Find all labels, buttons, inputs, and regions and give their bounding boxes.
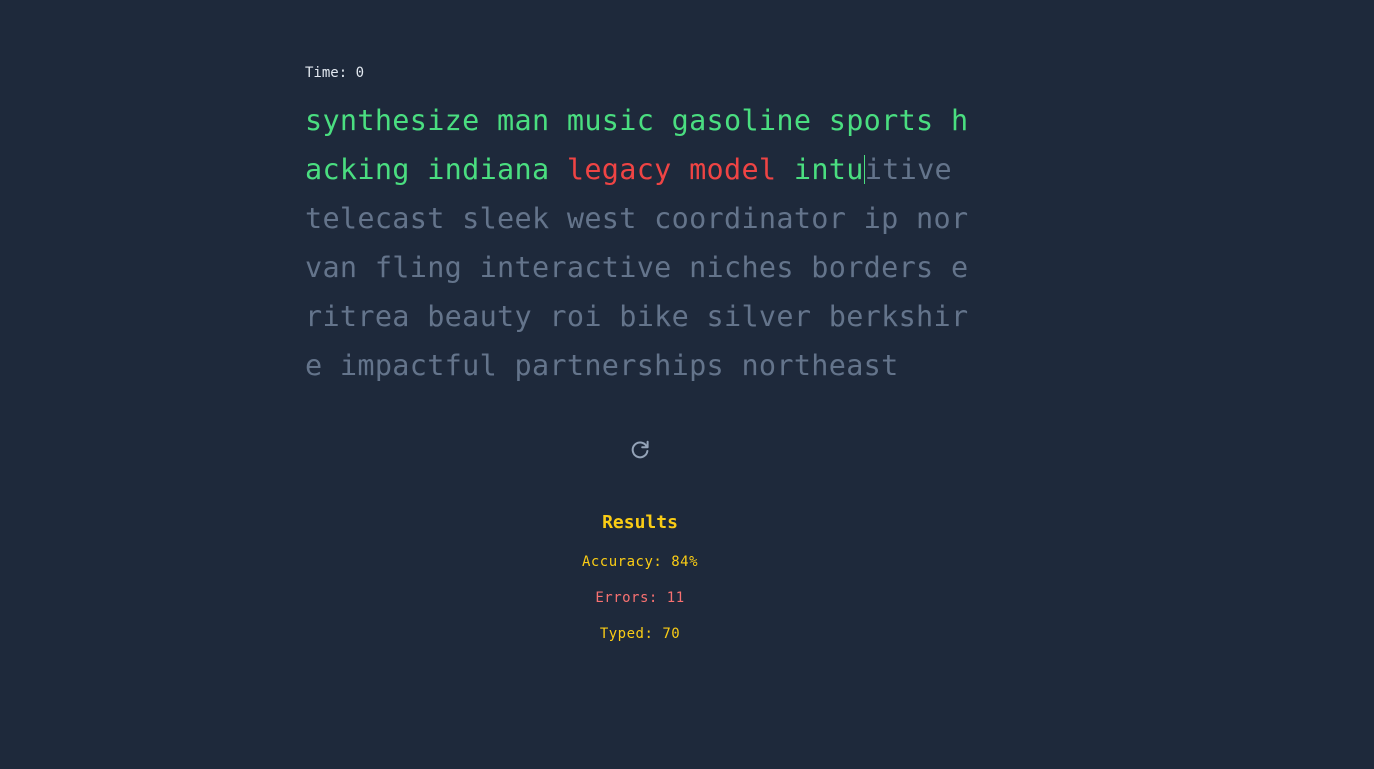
text-line: van fling interactive niches borders e [305,243,985,292]
results-title: Results [602,512,678,533]
correct-text: synthesize man music gasoline sports h [305,104,969,137]
errors-stat: Errors: 11 [595,590,685,606]
timer: Time: 0 [305,65,365,81]
text-line: acking indiana legacy model intuitive [305,145,985,194]
correct-text: intu [776,153,864,186]
typing-text-area[interactable]: synthesize man music gasoline sports h ac… [305,96,985,390]
text-line: ritrea beauty roi bike silver berkshir [305,292,985,341]
pending-text: telecast sleek west coordinator ip nor [305,202,969,235]
error-text: legacy model [566,153,777,186]
pending-text: ritrea beauty roi bike silver berkshir [305,300,969,333]
correct-text: acking indiana [305,153,567,186]
results-panel: Results Accuracy: 84% Errors: 11 Typed: … [540,510,740,642]
text-line: synthesize man music gasoline sports h [305,96,985,145]
accuracy-stat: Accuracy: 84% [581,554,699,570]
pending-text: e impactful partnerships northeast [305,349,899,382]
text-line: e impactful partnerships northeast [305,341,985,390]
typed-stat: Typed: 70 [599,626,681,642]
restart-icon [631,440,649,459]
restart-button[interactable] [628,438,652,462]
pending-text: van fling interactive niches borders e [305,251,969,284]
text-line: telecast sleek west coordinator ip nor [305,194,985,243]
pending-text: itive [864,153,952,186]
